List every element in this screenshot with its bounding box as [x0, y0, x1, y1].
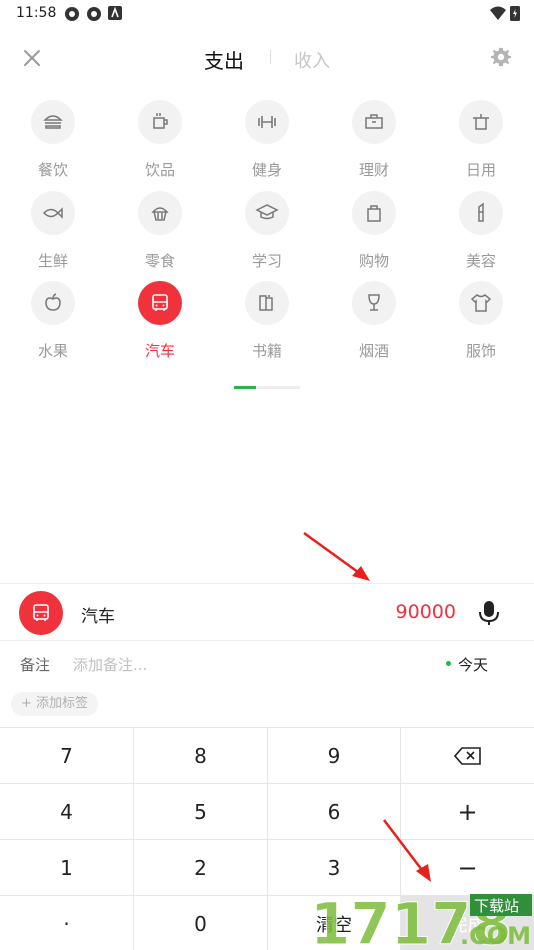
tab-income[interactable]: 收入	[294, 47, 330, 73]
close-icon[interactable]	[20, 46, 44, 70]
burger-icon	[43, 115, 63, 129]
category-label: 服饰	[465, 342, 496, 360]
category-label: 烟酒	[358, 342, 389, 360]
key-0[interactable]: 0	[134, 896, 268, 950]
daily-goods-icon	[473, 114, 489, 130]
note-row: 备注 添加备注... 今天	[0, 641, 534, 685]
apple-icon	[45, 293, 61, 311]
category-drinks[interactable]: 饮品	[125, 100, 195, 190]
category-dining[interactable]: 餐饮	[18, 100, 88, 190]
watermark-logo: 17178 下载站 .COM	[310, 886, 534, 950]
shopping-bag-icon	[367, 205, 381, 222]
graduation-cap-icon	[255, 204, 279, 220]
category-label: 生鲜	[37, 252, 68, 270]
category-study[interactable]: 学习	[232, 191, 302, 281]
category-label: 水果	[37, 342, 68, 360]
cup-icon	[153, 113, 168, 129]
fish-icon	[42, 207, 63, 219]
backspace-icon	[453, 746, 481, 765]
key-1[interactable]: 1	[0, 840, 134, 896]
watermark-subtext: 下载站	[474, 897, 519, 915]
category-fitness[interactable]: 健身	[232, 100, 302, 190]
entry-category-name: 汽车	[81, 607, 115, 627]
tab-divider	[270, 50, 271, 64]
category-label: 健身	[251, 161, 282, 179]
category-fruit[interactable]: 水果	[18, 281, 88, 371]
add-tag-button[interactable]: + 添加标签	[11, 692, 99, 716]
book-icon	[259, 295, 273, 311]
briefcase-icon	[365, 114, 383, 129]
category-label: 书籍	[251, 342, 282, 360]
key-9[interactable]: 9	[268, 728, 401, 784]
category-tobacco-alcohol[interactable]: 烟酒	[339, 281, 409, 371]
date-picker[interactable]: 今天	[458, 654, 488, 675]
tshirt-icon	[470, 294, 492, 312]
decimal-key[interactable]: ·	[0, 896, 134, 950]
dumbbell-icon	[258, 116, 276, 128]
entry-amount: 90000	[395, 601, 456, 623]
microphone-icon[interactable]	[478, 600, 500, 626]
backspace-key[interactable]	[401, 728, 534, 784]
category-car[interactable]: 汽车	[125, 281, 195, 371]
gear-icon[interactable]	[490, 46, 512, 68]
sync-icon	[87, 7, 101, 21]
category-label: 美容	[465, 252, 496, 270]
key-8[interactable]: 8	[134, 728, 268, 784]
category-finance[interactable]: 理财	[339, 100, 409, 190]
sync-icon	[65, 7, 79, 21]
entry-category-icon[interactable]	[19, 591, 63, 635]
entry-row: 汽车 90000	[0, 583, 534, 641]
category-beauty[interactable]: 美容	[446, 191, 516, 281]
note-label: 备注	[20, 656, 51, 674]
category-label: 理财	[358, 161, 389, 179]
watermark-suffix: .COM	[460, 922, 531, 950]
category-books[interactable]: 书籍	[232, 281, 302, 371]
page-indicator	[234, 386, 300, 389]
header: 支出 收入	[0, 36, 534, 80]
category-label: 购物	[358, 252, 389, 270]
bus-icon	[152, 294, 168, 311]
category-label: 学习	[251, 252, 282, 270]
page-indicator-active	[234, 386, 256, 389]
key-6[interactable]: 6	[268, 784, 401, 840]
plus-key[interactable]: +	[401, 784, 534, 840]
key-5[interactable]: 5	[134, 784, 268, 840]
category-shopping[interactable]: 购物	[339, 191, 409, 281]
notification-a-icon	[108, 6, 122, 20]
category-label: 饮品	[144, 161, 175, 179]
category-label: 日用	[465, 161, 496, 179]
snack-icon	[151, 207, 169, 221]
date-dot	[446, 661, 451, 666]
category-label: 零食	[144, 252, 175, 270]
lipstick-icon	[478, 202, 484, 222]
category-snacks[interactable]: 零食	[125, 191, 195, 281]
key-2[interactable]: 2	[134, 840, 268, 896]
note-input[interactable]: 添加备注...	[73, 654, 147, 675]
key-4[interactable]: 4	[0, 784, 134, 840]
battery-icon	[510, 6, 520, 21]
category-daily[interactable]: 日用	[446, 100, 516, 190]
category-clothing[interactable]: 服饰	[446, 281, 516, 371]
tab-expense[interactable]: 支出	[204, 45, 244, 74]
category-fresh[interactable]: 生鲜	[18, 191, 88, 281]
wine-glass-icon	[368, 294, 380, 311]
status-time: 11:58	[16, 5, 57, 21]
category-label: 餐饮	[37, 161, 68, 179]
wifi-icon	[490, 6, 506, 20]
category-label: 汽车	[144, 342, 175, 360]
status-bar: 11:58	[0, 0, 534, 28]
key-7[interactable]: 7	[0, 728, 134, 784]
bus-icon	[33, 604, 49, 621]
